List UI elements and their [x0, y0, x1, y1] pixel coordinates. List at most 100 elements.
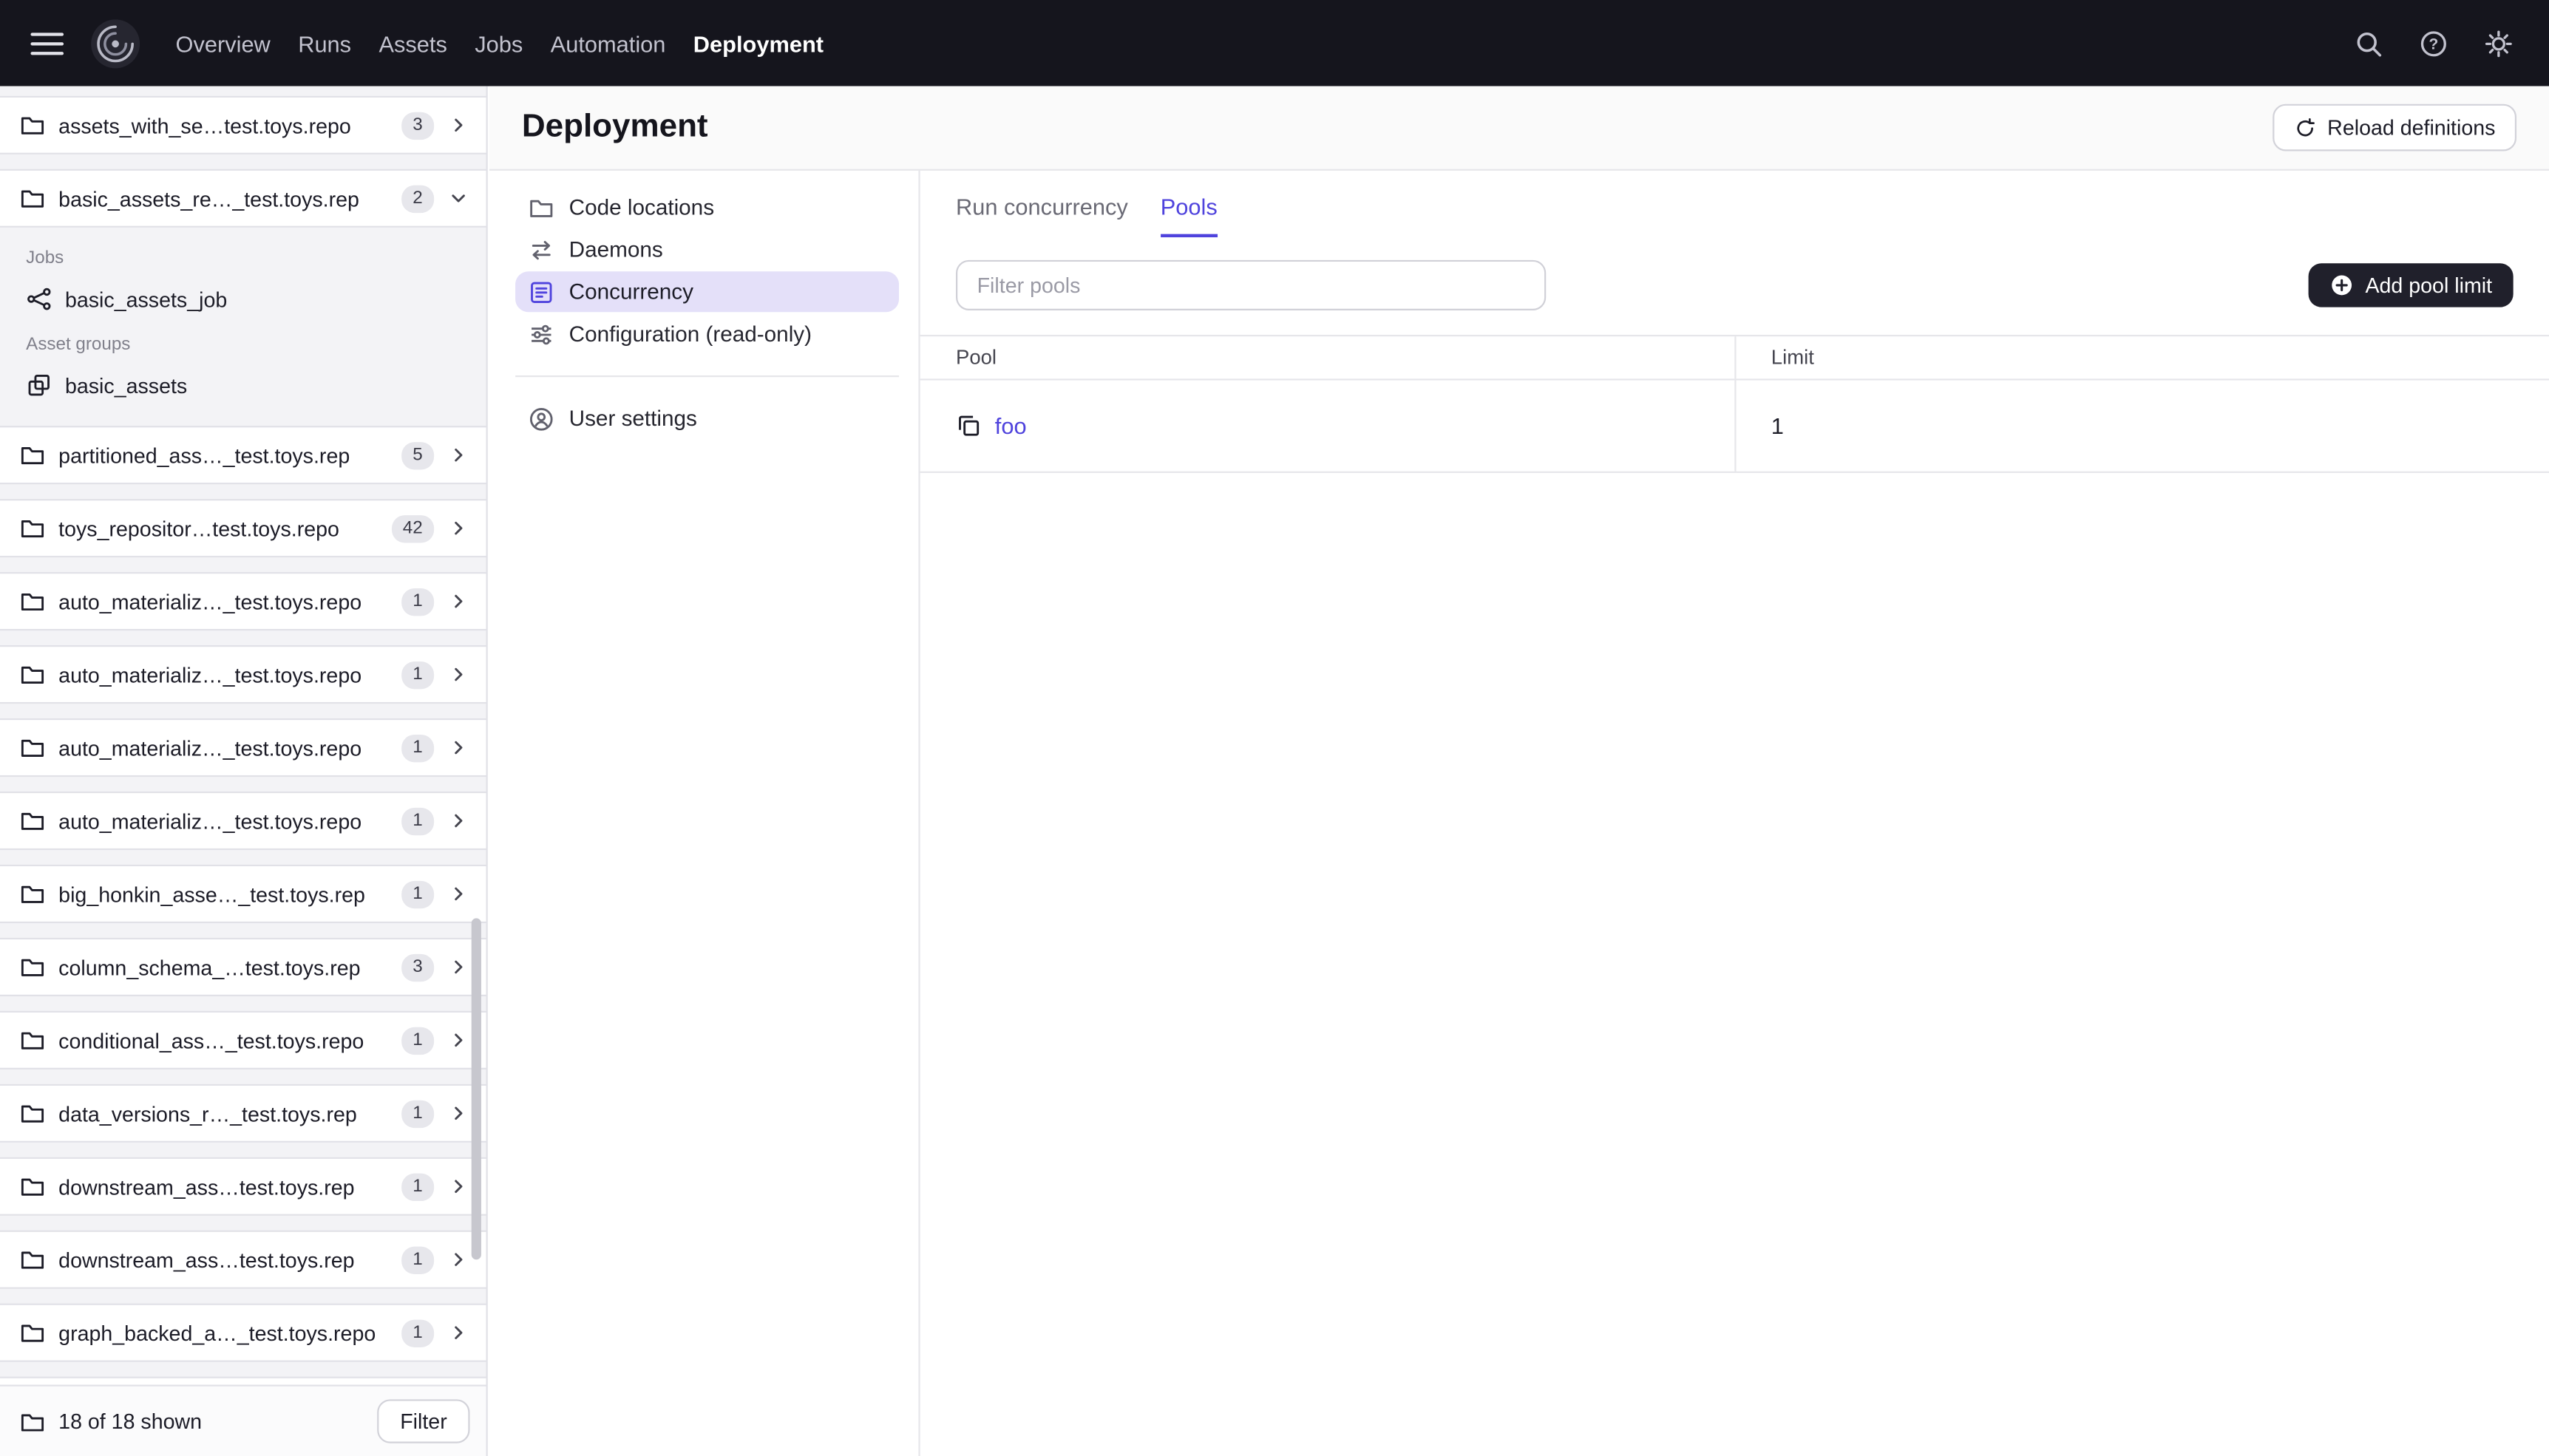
- code-location-name: auto_materializ…_test.toys.repo: [58, 589, 362, 614]
- code-location-row[interactable]: column_schema_…test.toys.rep 3: [0, 937, 486, 996]
- code-location-row[interactable]: long_asset_keys…_test.toys.re 1: [0, 1376, 486, 1385]
- folder-icon: [19, 1320, 45, 1346]
- nav-item-configuration[interactable]: Configuration (read-only): [515, 313, 899, 354]
- code-location-row[interactable]: data_versions_r…_test.toys.rep 1: [0, 1084, 486, 1143]
- code-location-row[interactable]: auto_materializ…_test.toys.repo 1: [0, 572, 486, 631]
- pool-limit-value: 1: [1734, 379, 2549, 473]
- code-location-row[interactable]: toys_repositor…test.toys.repo 42: [0, 499, 486, 558]
- nav-divider: [515, 375, 900, 378]
- gear-icon[interactable]: [2484, 28, 2514, 58]
- code-location-row[interactable]: downstream_ass…test.toys.rep 1: [0, 1230, 486, 1289]
- chevron-right-icon[interactable]: [447, 1248, 470, 1271]
- page-header: Deployment Reload definitions: [489, 86, 2549, 171]
- folder-icon: [19, 735, 45, 761]
- job-list-item[interactable]: basic_assets_job: [26, 278, 466, 320]
- code-location-row[interactable]: graph_backed_a…_test.toys.repo 1: [0, 1303, 486, 1362]
- nav-deployment[interactable]: Deployment: [693, 24, 824, 63]
- code-location-row[interactable]: conditional_ass…_test.toys.repo 1: [0, 1010, 486, 1069]
- pool-icon: [956, 413, 982, 439]
- daemons-icon: [529, 237, 554, 262]
- nav-runs[interactable]: Runs: [298, 24, 351, 63]
- reload-definitions-button[interactable]: Reload definitions: [2272, 103, 2517, 152]
- pool-link[interactable]: foo: [995, 413, 1027, 439]
- folder-icon: [19, 515, 45, 541]
- chevron-right-icon[interactable]: [447, 809, 470, 832]
- code-location-name: big_honkin_asse…_test.toys.rep: [58, 881, 365, 906]
- add-pool-limit-label: Add pool limit: [2365, 273, 2493, 298]
- folder-icon: [19, 1247, 45, 1273]
- reload-icon: [2293, 116, 2316, 139]
- code-location-row[interactable]: auto_materializ…_test.toys.repo 1: [0, 791, 486, 851]
- expanded-code-location: Jobs basic_assets_job Asset groups basic…: [0, 228, 486, 426]
- top-nav: Overview Runs Assets Jobs Automation Dep…: [0, 0, 2549, 86]
- nav-item-daemons[interactable]: Daemons: [515, 229, 899, 270]
- nav-item-user-settings[interactable]: User settings: [515, 398, 899, 439]
- hamburger-menu-icon[interactable]: [30, 25, 65, 61]
- code-location-row[interactable]: big_honkin_asse…_test.toys.rep 1: [0, 864, 486, 924]
- folder-icon: [19, 954, 45, 980]
- chevron-right-icon[interactable]: [447, 1102, 470, 1125]
- code-location-row[interactable]: basic_assets_re…_test.toys.rep 2: [0, 169, 486, 228]
- concurrency-panel: Run concurrency Pools Add pool limit Poo…: [920, 171, 2549, 1456]
- nav-item-label: Configuration (read-only): [568, 322, 812, 347]
- chevron-down-icon[interactable]: [447, 187, 470, 210]
- chevron-right-icon[interactable]: [447, 1175, 470, 1198]
- chevron-right-icon[interactable]: [447, 517, 470, 540]
- code-location-name: partitioned_ass…_test.toys.rep: [58, 443, 350, 468]
- nav-jobs[interactable]: Jobs: [475, 24, 523, 63]
- help-icon[interactable]: [2419, 28, 2448, 58]
- asset-count-badge: 42: [391, 514, 435, 542]
- filter-pools-input[interactable]: [956, 259, 1547, 311]
- code-location-row[interactable]: partitioned_ass…_test.toys.rep 5: [0, 426, 486, 485]
- main-content: Deployment Reload definitions Code locat…: [489, 86, 2549, 1456]
- job-icon: [26, 286, 52, 312]
- code-location-row[interactable]: auto_materializ…_test.toys.repo 1: [0, 645, 486, 704]
- chevron-right-icon[interactable]: [447, 443, 470, 466]
- dagster-logo[interactable]: [89, 17, 141, 69]
- code-location-row[interactable]: downstream_ass…test.toys.rep 1: [0, 1157, 486, 1216]
- asset-count-badge: 1: [401, 1099, 435, 1128]
- topnav-actions: [2354, 28, 2514, 58]
- code-location-name: downstream_ass…test.toys.rep: [58, 1174, 355, 1199]
- folder-icon: [19, 661, 45, 687]
- tab-pools[interactable]: Pools: [1160, 174, 1218, 238]
- chevron-right-icon[interactable]: [447, 736, 470, 759]
- nav-overview[interactable]: Overview: [175, 24, 270, 63]
- plus-circle-icon: [2329, 273, 2354, 297]
- primary-nav: Overview Runs Assets Jobs Automation Dep…: [175, 24, 824, 63]
- code-location-row[interactable]: auto_materializ…_test.toys.repo 1: [0, 718, 486, 778]
- asset-count-badge: 1: [401, 806, 435, 835]
- tab-run-concurrency[interactable]: Run concurrency: [956, 174, 1128, 237]
- folder-icon: [19, 1408, 45, 1434]
- nav-item-concurrency[interactable]: Concurrency: [515, 271, 900, 313]
- chevron-right-icon[interactable]: [447, 114, 470, 137]
- job-name: basic_assets_job: [64, 287, 228, 312]
- nav-item-code-locations[interactable]: Code locations: [515, 187, 899, 228]
- asset-count-badge: 5: [401, 441, 435, 469]
- code-location-row[interactable]: assets_with_se…test.toys.repo 3: [0, 95, 486, 154]
- filter-button[interactable]: Filter: [377, 1399, 470, 1443]
- chevron-right-icon[interactable]: [447, 882, 470, 905]
- column-header-pool: Pool: [920, 334, 1735, 381]
- concurrency-tabs: Run concurrency Pools: [920, 174, 2549, 238]
- code-location-name: basic_assets_re…_test.toys.rep: [58, 186, 359, 211]
- add-pool-limit-button[interactable]: Add pool limit: [2308, 263, 2514, 307]
- chevron-right-icon[interactable]: [447, 956, 470, 979]
- chevron-right-icon[interactable]: [447, 1321, 470, 1344]
- asset-count-badge: 1: [401, 1026, 435, 1055]
- nav-automation[interactable]: Automation: [551, 24, 666, 63]
- chevron-right-icon[interactable]: [447, 590, 470, 613]
- sidebar-scrollbar[interactable]: [471, 918, 481, 1260]
- asset-count-badge: 1: [401, 1172, 435, 1200]
- chevron-right-icon[interactable]: [447, 1029, 470, 1052]
- jobs-section-heading: Jobs: [26, 248, 64, 268]
- asset-count-badge: 1: [401, 660, 435, 689]
- pools-table: Pool Limit foo 1: [920, 334, 2549, 473]
- chevron-right-icon[interactable]: [447, 663, 470, 686]
- asset-group-list-item[interactable]: basic_assets: [26, 364, 466, 406]
- asset-count-badge: 3: [401, 953, 435, 982]
- nav-assets[interactable]: Assets: [379, 24, 447, 63]
- asset-count-badge: 2: [401, 184, 435, 212]
- deployment-nav: Code locations Daemons Concurrency Confi…: [489, 170, 920, 1456]
- search-icon[interactable]: [2354, 28, 2383, 58]
